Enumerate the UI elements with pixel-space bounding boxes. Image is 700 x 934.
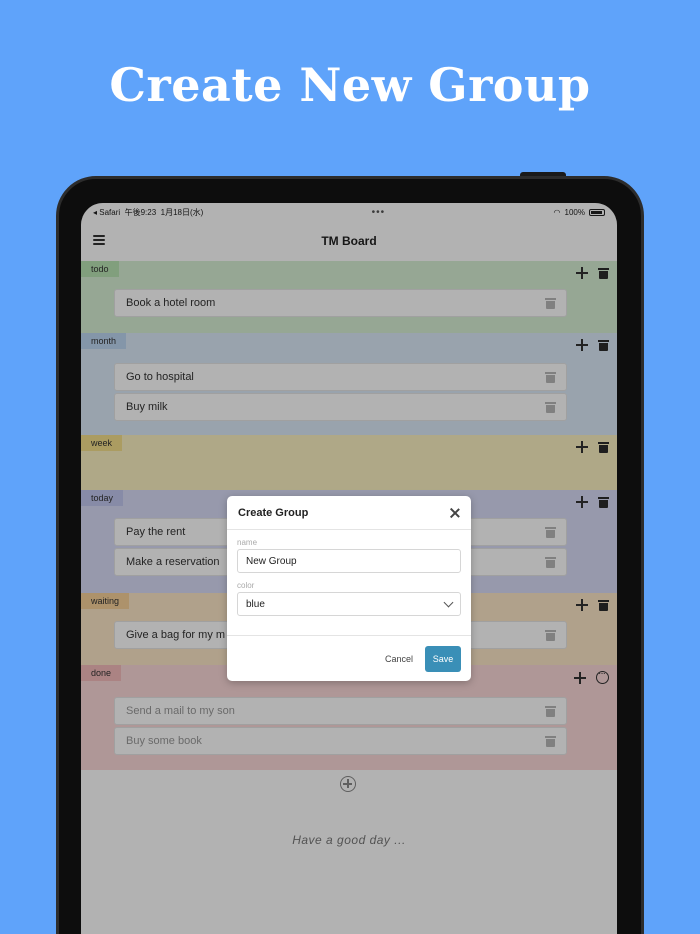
name-label: name [237, 538, 258, 547]
app-screen: ◂ Safari 午後9:23 1月18日(水) ••• ◠ 100% TM B… [81, 203, 617, 934]
chevron-down-icon [443, 597, 454, 607]
cancel-button[interactable]: Cancel [385, 654, 413, 664]
dialog-footer: Cancel Save [227, 635, 471, 681]
name-input-value: New Group [246, 555, 297, 567]
color-select[interactable]: blue [237, 592, 461, 616]
color-label: color [237, 581, 255, 590]
save-button[interactable]: Save [425, 645, 461, 672]
color-select-value: blue [246, 598, 265, 610]
dialog-header: Create Group [227, 496, 471, 530]
headline: Create New Group [109, 58, 591, 112]
name-input[interactable]: New Group [237, 549, 461, 573]
create-group-dialog: Create Group name New Group color blue C… [227, 496, 471, 681]
dialog-body: name New Group color blue [227, 530, 471, 616]
dialog-title: Create Group [238, 506, 309, 519]
close-icon[interactable] [450, 508, 460, 518]
